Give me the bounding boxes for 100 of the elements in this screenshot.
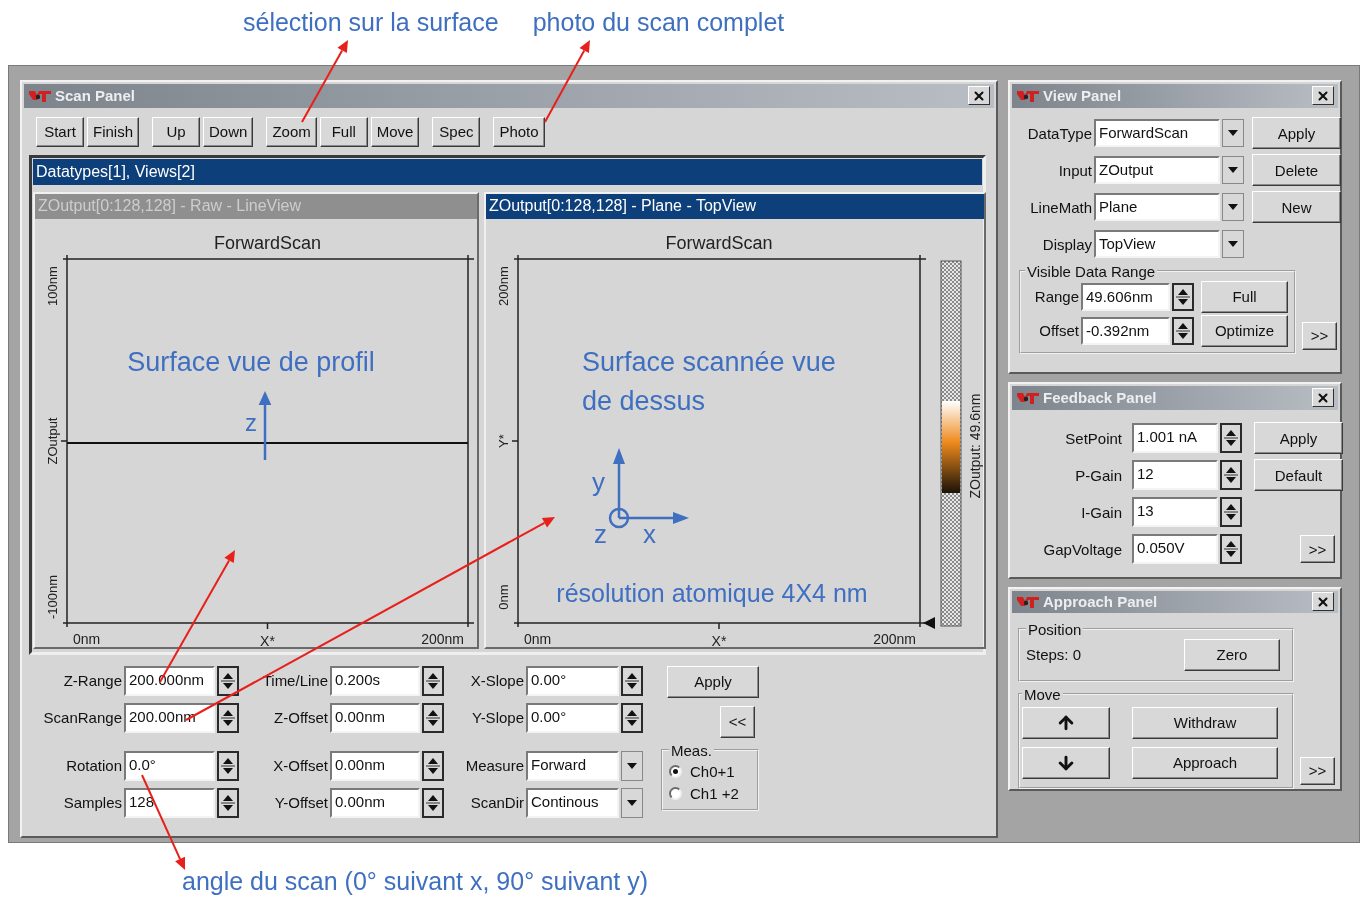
panel-button[interactable]: Default: [1254, 459, 1343, 492]
toolbar-button[interactable]: Full: [319, 116, 368, 147]
collapse-button[interactable]: <<: [720, 705, 755, 738]
views-header: Datatypes[1], Views[2]: [33, 158, 982, 185]
toolbar-button[interactable]: Zoom: [266, 116, 317, 147]
spin-buttons[interactable]: [217, 750, 239, 781]
apply-button[interactable]: Apply: [667, 665, 759, 698]
panel-button[interactable]: Optimize: [1201, 314, 1288, 347]
panel-title: View Panel: [1043, 87, 1122, 105]
toolbar-button[interactable]: Spec: [432, 116, 481, 147]
spin-buttons[interactable]: [422, 702, 444, 733]
spin-buttons[interactable]: [422, 750, 444, 781]
number-field[interactable]: 0.200s: [330, 665, 420, 696]
close-button[interactable]: [1312, 388, 1334, 408]
close-button[interactable]: [1312, 86, 1334, 106]
number-field[interactable]: 0.050V: [1132, 534, 1218, 565]
dropdown-field[interactable]: Continous: [526, 787, 619, 818]
dropdown-button[interactable]: [621, 787, 643, 818]
toolbar-button[interactable]: Move: [370, 116, 420, 147]
caret-icon: [1228, 167, 1238, 174]
field-label: P-Gain: [1074, 466, 1122, 484]
radio-button[interactable]: [669, 787, 682, 801]
number-field[interactable]: 0.00°: [526, 702, 619, 733]
group-title: Move: [1023, 685, 1062, 703]
spin-buttons[interactable]: [422, 665, 444, 696]
toolbar-button[interactable]: Down: [203, 116, 254, 147]
motor-button[interactable]: Approach: [1132, 746, 1278, 779]
expand-button[interactable]: >>: [1300, 535, 1335, 564]
spin-buttons[interactable]: [422, 787, 444, 818]
number-field[interactable]: 49.606nm: [1081, 282, 1170, 311]
panel-button[interactable]: Apply: [1252, 117, 1341, 150]
motor-button[interactable]: Withdraw: [1132, 706, 1278, 739]
field-label: Y-Slope: [471, 709, 524, 727]
number-field[interactable]: 13: [1132, 497, 1218, 528]
toolbar-button[interactable]: Photo: [493, 116, 545, 147]
axis-tick-label: -100nm: [45, 574, 60, 619]
step-button[interactable]: [1022, 706, 1110, 739]
spin-buttons[interactable]: [1220, 460, 1242, 491]
spin-buttons[interactable]: [1172, 282, 1194, 311]
spin-buttons[interactable]: [1220, 497, 1242, 528]
number-field[interactable]: -0.392nm: [1081, 316, 1170, 345]
toolbar-button[interactable]: Start: [36, 116, 84, 147]
dropdown-button[interactable]: [1222, 119, 1244, 148]
close-button[interactable]: [1312, 592, 1334, 612]
logo-icon: [1016, 594, 1040, 609]
number-field[interactable]: 0.00nm: [330, 750, 420, 781]
axis-title: Y*: [496, 434, 511, 448]
number-field[interactable]: 200.00nm: [124, 702, 215, 733]
axis-tick-label: 200nm: [873, 630, 916, 647]
axis-tick-label: 0nm: [496, 584, 511, 610]
annotation-text: sélection sur la surface: [243, 7, 499, 38]
zero-button[interactable]: Zero: [1184, 638, 1280, 671]
spin-buttons[interactable]: [217, 702, 239, 733]
dropdown-field[interactable]: TopView: [1094, 230, 1220, 259]
number-field[interactable]: 1.001 nA: [1132, 423, 1218, 454]
close-button[interactable]: [968, 86, 990, 106]
spin-buttons[interactable]: [621, 702, 643, 733]
spin-buttons[interactable]: [217, 787, 239, 818]
dropdown-field[interactable]: Plane: [1094, 193, 1220, 222]
marker-icon: [923, 616, 935, 629]
field-label: Range: [1033, 288, 1079, 306]
axis-letter: z: [594, 518, 607, 549]
view-title[interactable]: ZOutput[0:128,128] - Plane - TopView: [486, 193, 984, 219]
spin-buttons[interactable]: [1220, 423, 1242, 454]
expand-button[interactable]: >>: [1302, 321, 1337, 350]
panel-button[interactable]: New: [1252, 191, 1341, 224]
panel-button[interactable]: Apply: [1254, 422, 1343, 455]
group-title: Meas.: [670, 741, 713, 759]
field-label: SetPoint: [1064, 429, 1122, 447]
spin-buttons[interactable]: [621, 665, 643, 696]
spin-buttons[interactable]: [1220, 534, 1242, 565]
dropdown-button[interactable]: [1222, 156, 1244, 185]
number-field[interactable]: 0.0°: [124, 750, 215, 781]
spin-buttons[interactable]: [1172, 316, 1194, 345]
toolbar-button[interactable]: Finish: [87, 116, 139, 147]
toolbar-button[interactable]: Up: [152, 116, 200, 147]
dropdown-button[interactable]: [1222, 230, 1244, 259]
dropdown-field[interactable]: Forward: [526, 750, 619, 781]
number-field[interactable]: 0.00°: [526, 665, 619, 696]
dropdown-field[interactable]: ForwardScan: [1094, 119, 1220, 148]
number-field[interactable]: 12: [1132, 460, 1218, 491]
number-field[interactable]: 128: [124, 787, 215, 818]
radio-button[interactable]: [669, 765, 682, 779]
annotation-text: Surface vue de profil: [127, 345, 375, 379]
panel-button[interactable]: Full: [1201, 280, 1288, 313]
number-field[interactable]: 0.00nm: [330, 702, 420, 733]
axis-title: ZOutput: [45, 417, 60, 465]
spin-buttons[interactable]: [217, 665, 239, 696]
panel-button[interactable]: Delete: [1252, 154, 1341, 187]
field-label: Display: [1041, 235, 1092, 253]
number-field[interactable]: 200.000nm: [124, 665, 215, 696]
number-field[interactable]: 0.00nm: [330, 787, 420, 818]
dropdown-button[interactable]: [1222, 193, 1244, 222]
step-button[interactable]: [1022, 746, 1110, 779]
expand-button[interactable]: >>: [1300, 756, 1335, 785]
dropdown-button[interactable]: [621, 750, 643, 781]
steps-count: Steps: 0: [1026, 646, 1082, 664]
dropdown-field[interactable]: ZOutput: [1094, 156, 1220, 185]
annotation-text: photo du scan complet: [532, 7, 785, 38]
axis-title: X*: [260, 632, 275, 647]
